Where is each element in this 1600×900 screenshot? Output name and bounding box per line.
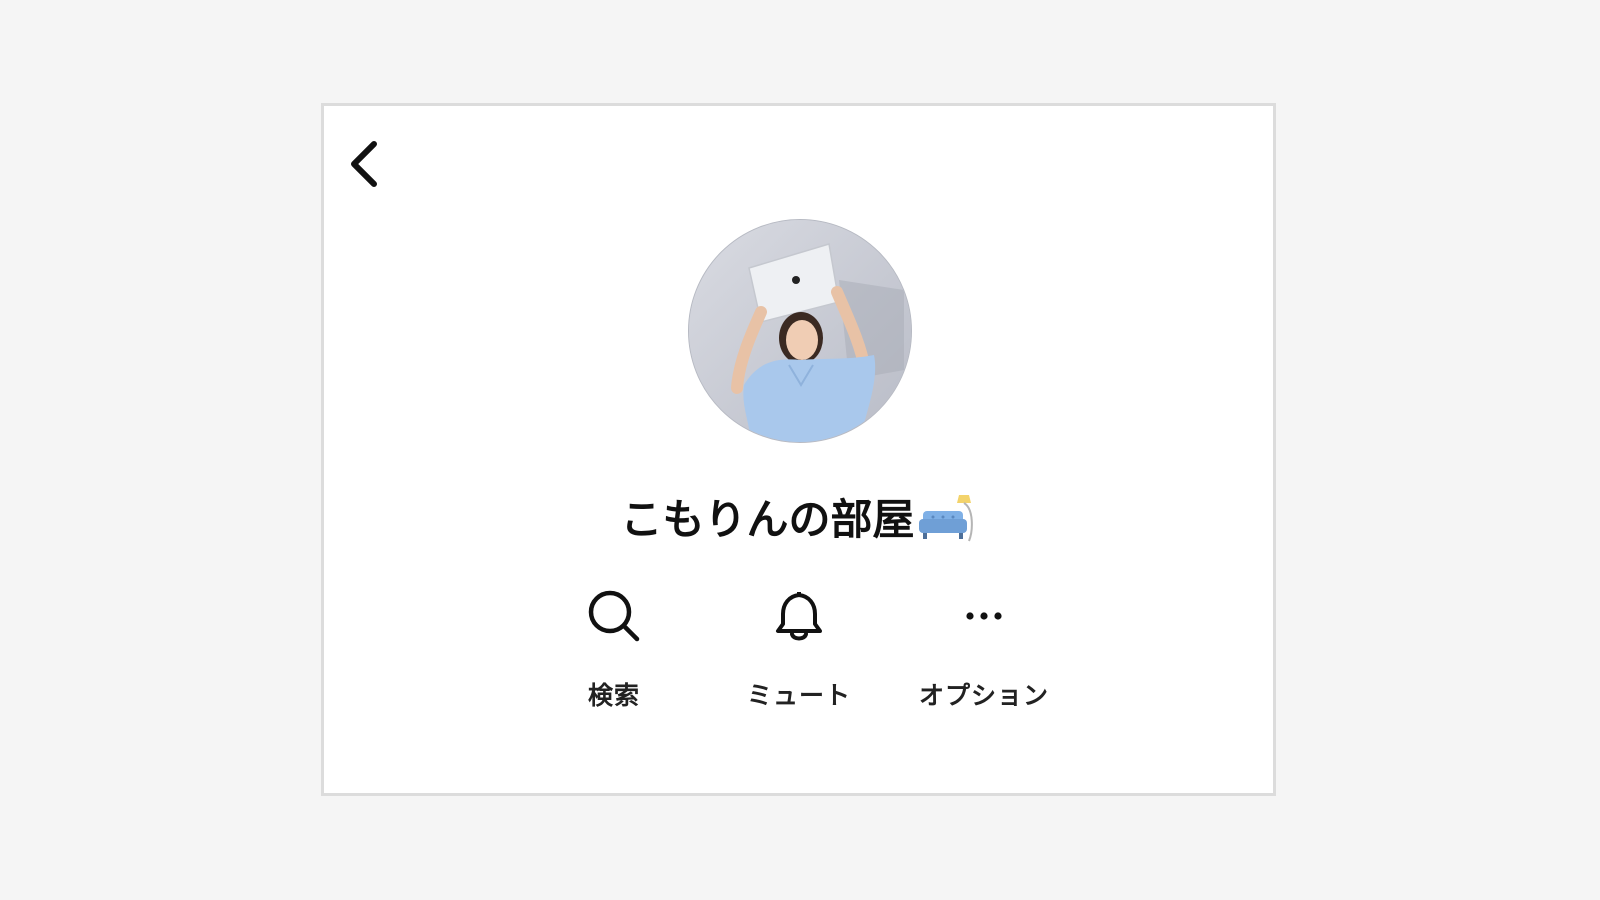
couch-and-lamp-icon <box>918 494 973 541</box>
back-button[interactable] <box>344 136 388 192</box>
chevron-left-icon <box>351 141 377 187</box>
room-name: こもりんの部屋 <box>620 495 915 544</box>
search-icon <box>588 590 640 642</box>
chat-info-panel: こもりんの部屋 検索 ミュート オプション <box>321 103 1276 796</box>
more-dots-icon <box>966 612 1002 620</box>
options-label: オプション <box>918 681 1049 710</box>
room-title: こもりんの部屋 <box>324 486 1273 547</box>
bell-icon <box>776 592 822 641</box>
avatar[interactable] <box>688 219 912 443</box>
search-button[interactable]: 検索 <box>529 586 699 712</box>
search-label: 検索 <box>587 681 640 710</box>
mute-button[interactable]: ミュート <box>714 586 884 712</box>
mute-label: ミュート <box>746 681 851 710</box>
avatar-photo <box>689 220 911 442</box>
options-button[interactable]: オプション <box>899 586 1069 712</box>
